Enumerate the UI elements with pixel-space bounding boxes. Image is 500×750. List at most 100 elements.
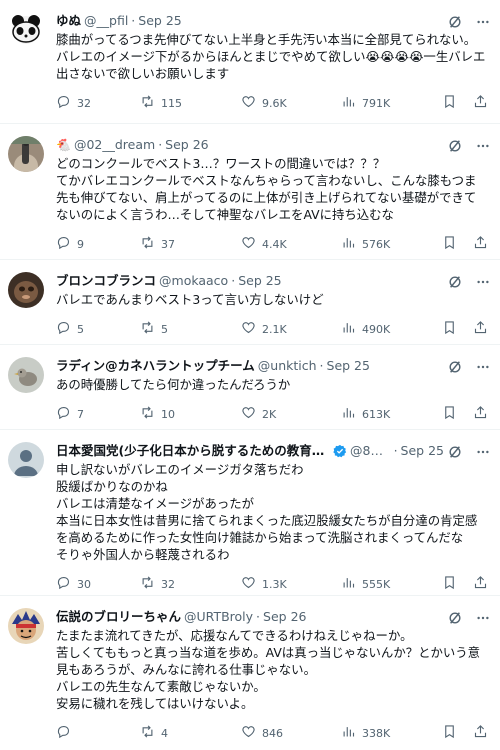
handle[interactable]: @mokaaco	[159, 272, 228, 290]
view-count: 490K	[362, 322, 391, 336]
bookmark-icon[interactable]	[442, 575, 457, 594]
retweet-button[interactable]: 32	[140, 575, 241, 593]
bookmark-icon[interactable]	[442, 94, 457, 113]
avatar[interactable]	[8, 357, 44, 393]
like-button[interactable]: 4.4K	[241, 235, 341, 253]
grok-icon[interactable]	[448, 274, 462, 293]
retweet-button[interactable]: 4	[140, 724, 241, 742]
avatar[interactable]	[8, 608, 44, 644]
retweet-count: 115	[161, 96, 182, 110]
tweet-text: 膝曲がってるつま先伸びてない上半身と手先汚い本当に全部見てられない。 バレエのイ…	[56, 32, 486, 81]
retweet-button[interactable]: 37	[140, 235, 241, 253]
display-name[interactable]: 日本愛国党(少子化日本から脱するための教育の…	[56, 442, 330, 460]
handle[interactable]: @__pfil	[84, 12, 128, 30]
more-icon[interactable]	[476, 444, 490, 463]
more-icon[interactable]	[476, 14, 490, 33]
display-name[interactable]: 伝説のブロリーちゃん	[56, 608, 181, 626]
views-button[interactable]: 576K	[341, 235, 436, 253]
like-count: 2K	[262, 407, 277, 421]
display-name[interactable]: ブロンコブランコ	[56, 272, 156, 290]
reply-count: 7	[77, 407, 84, 421]
tweet[interactable]: 🐔 @02__dream · Sep 26 どのコンクールでベスト3…？ワースト…	[0, 124, 500, 260]
timeline: ゆぬ @__pfil · Sep 25 膝曲がってるつま先伸びてない上半身と手先…	[0, 0, 500, 750]
views-button[interactable]: 613K	[341, 405, 436, 423]
timestamp[interactable]: Sep 26	[263, 608, 306, 626]
tweet[interactable]: 日本愛国党(少子化日本から脱するための教育の… @8Z… · Sep 25 申し…	[0, 430, 500, 596]
like-button[interactable]: 846	[241, 724, 341, 742]
views-icon	[341, 405, 362, 423]
share-icon[interactable]	[473, 724, 488, 743]
tweet-text: たまたま流れてきたが、応援なんてできるわけねえじゃねーか。 苦しくてももっと真っ…	[56, 628, 481, 711]
avatar[interactable]	[8, 442, 44, 478]
share-icon[interactable]	[473, 405, 488, 424]
retweet-button[interactable]: 5	[140, 320, 241, 338]
reply-button[interactable]: 30	[56, 575, 140, 593]
handle[interactable]: @unktich	[258, 357, 317, 375]
tweet[interactable]: 伝説のブロリーちゃん @URTBroly · Sep 26 たまたま流れてきたが…	[0, 596, 500, 750]
views-button[interactable]: 555K	[341, 575, 436, 593]
retweet-icon	[140, 724, 161, 742]
retweet-button[interactable]: 10	[140, 405, 241, 423]
heart-icon	[241, 405, 262, 423]
views-button[interactable]: 490K	[341, 320, 436, 338]
more-icon[interactable]	[476, 274, 490, 293]
bookmark-icon[interactable]	[442, 724, 457, 743]
share-icon[interactable]	[473, 575, 488, 594]
reply-button[interactable]: 9	[56, 235, 140, 253]
handle[interactable]: @8Z…	[350, 442, 391, 460]
avatar[interactable]	[8, 272, 44, 308]
like-count: 9.6K	[262, 96, 287, 110]
views-button[interactable]: 338K	[341, 724, 436, 742]
reply-icon	[56, 320, 77, 338]
retweet-count: 5	[161, 322, 168, 336]
separator: ·	[231, 273, 236, 288]
display-name[interactable]: ゆぬ	[56, 12, 81, 30]
display-name[interactable]: ラディン@カネハラントップチーム	[56, 357, 255, 375]
like-button[interactable]: 9.6K	[241, 94, 341, 112]
timestamp[interactable]: Sep 25	[401, 442, 444, 460]
like-button[interactable]: 1.3K	[241, 575, 341, 593]
timestamp[interactable]: Sep 25	[327, 357, 370, 375]
timestamp[interactable]: Sep 26	[165, 136, 208, 154]
grok-icon[interactable]	[448, 138, 462, 157]
tweet-text: あの時優勝してたら何か違ったんだろうか	[56, 377, 291, 392]
tweet[interactable]: ブロンコブランコ @mokaaco · Sep 25 バレエであんまりベスト3っ…	[0, 260, 500, 345]
reply-count: 5	[77, 322, 84, 336]
grok-icon[interactable]	[448, 359, 462, 378]
bookmark-icon[interactable]	[442, 405, 457, 424]
grok-icon[interactable]	[448, 14, 462, 33]
bookmark-icon[interactable]	[442, 320, 457, 339]
share-icon[interactable]	[473, 235, 488, 254]
retweet-button[interactable]: 115	[140, 94, 241, 112]
grok-icon[interactable]	[448, 444, 462, 463]
reply-icon	[56, 94, 77, 112]
more-icon[interactable]	[476, 138, 490, 157]
tweet[interactable]: ゆぬ @__pfil · Sep 25 膝曲がってるつま先伸びてない上半身と手先…	[0, 0, 500, 124]
like-button[interactable]: 2.1K	[241, 320, 341, 338]
views-icon	[341, 94, 362, 112]
views-button[interactable]: 791K	[341, 94, 436, 112]
retweet-icon	[140, 320, 161, 338]
handle[interactable]: @URTBroly	[184, 608, 253, 626]
avatar[interactable]	[8, 136, 44, 172]
reply-button[interactable]: 5	[56, 320, 140, 338]
handle[interactable]: @02__dream	[74, 136, 155, 154]
reply-count: 30	[77, 577, 91, 591]
grok-icon[interactable]	[448, 610, 462, 629]
reply-button[interactable]	[56, 724, 140, 742]
timestamp[interactable]: Sep 25	[138, 12, 181, 30]
like-button[interactable]: 2K	[241, 405, 341, 423]
reply-button[interactable]: 32	[56, 94, 140, 112]
timestamp[interactable]: Sep 25	[238, 272, 281, 290]
reply-button[interactable]: 7	[56, 405, 140, 423]
tweet-text: 申し訳ないがバレエのイメージガタ落ちだわ 股緩ばかりなのかね バレエは清楚なイメ…	[56, 462, 478, 562]
more-icon[interactable]	[476, 610, 490, 629]
bookmark-icon[interactable]	[442, 235, 457, 254]
reply-icon	[56, 405, 77, 423]
avatar[interactable]	[8, 12, 44, 48]
share-icon[interactable]	[473, 94, 488, 113]
tweet[interactable]: ラディン@カネハラントップチーム @unktich · Sep 25 あの時優勝…	[0, 345, 500, 430]
more-icon[interactable]	[476, 359, 490, 378]
separator: ·	[256, 609, 261, 624]
share-icon[interactable]	[473, 320, 488, 339]
